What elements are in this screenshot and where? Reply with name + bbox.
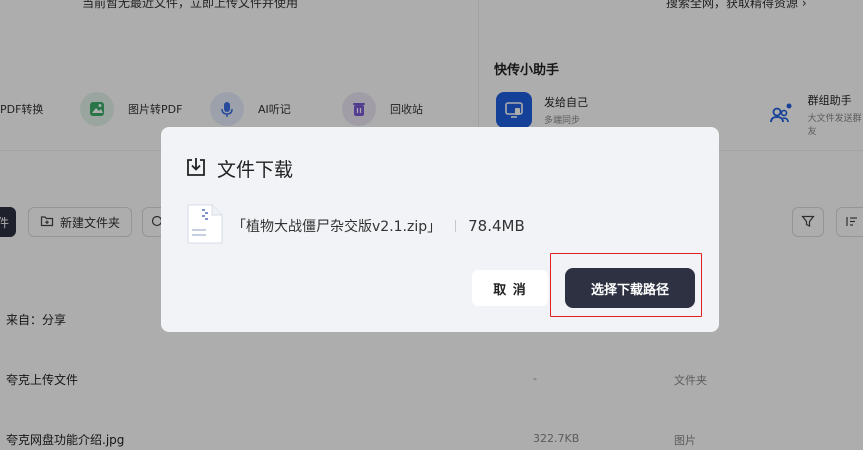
highlight-box bbox=[550, 253, 702, 317]
dialog-header: 文件下载 bbox=[185, 155, 293, 182]
download-icon bbox=[185, 156, 207, 182]
zip-file-icon bbox=[186, 203, 224, 249]
cancel-button-label: 取 消 bbox=[493, 282, 527, 298]
dialog-title: 文件下载 bbox=[217, 159, 294, 181]
file-info-separator bbox=[455, 220, 457, 232]
download-file-row: 「植物大战僵尸杂交版v2.1.zip」 78.4MB bbox=[186, 203, 525, 249]
download-file-size: 78.4MB bbox=[468, 217, 525, 235]
cancel-button[interactable]: 取 消 bbox=[472, 270, 548, 306]
download-file-name: 「植物大战僵尸杂交版v2.1.zip」 bbox=[232, 219, 442, 235]
